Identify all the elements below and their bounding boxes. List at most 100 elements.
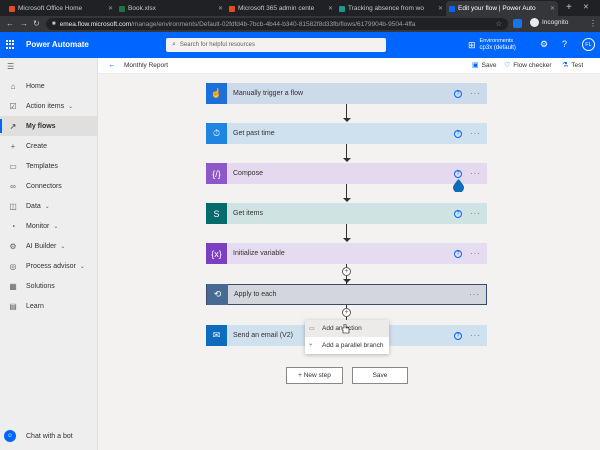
flow-step-compose[interactable]: {/} Compose ? ··· [206,163,487,184]
browser-tab-title: Tracking absence from wo [348,5,424,12]
more-options-icon[interactable]: ··· [470,331,481,340]
save-label: Save [481,61,497,69]
close-tab-icon[interactable]: ✕ [550,5,558,12]
browser-menu-icon[interactable]: ⋮ [589,19,597,28]
flow-step-label: Apply to each [234,291,277,298]
more-options-icon[interactable]: ··· [470,129,481,138]
chatbot-icon: ☺ [4,430,16,442]
ai-builder-icon: ⚙ [9,241,17,251]
browser-tab-title: Edit your flow | Power Auto [458,5,536,12]
flow-checker-command[interactable]: ♡ Flow checker [504,61,552,70]
flow-step-get-items[interactable]: S Get items ? ··· [206,203,487,224]
extension-icon[interactable] [513,19,522,28]
sidebar-item-label: Action items [26,102,65,110]
screen: Microsoft Office Home ✕ Book.xlsx ✕ Micr… [0,0,600,450]
help-icon[interactable]: ? [454,169,462,178]
save-flow-button[interactable]: Save [352,367,408,384]
new-step-button[interactable]: + New step [286,367,343,384]
chat-with-bot-button[interactable]: ☺ Chat with a bot [4,430,73,442]
sidebar-item-connectors[interactable]: ∞ Connectors [0,176,98,196]
search-input[interactable]: ⌕ Search for helpful resources [166,38,386,52]
sidebar-item-label: Templates [26,162,58,170]
sidebar-item-label: Home [26,82,45,90]
incognito-indicator[interactable]: Incognito [530,18,568,27]
more-options-icon[interactable]: ··· [470,249,481,258]
sidebar-item-label: Create [26,142,48,150]
sidebar-item-solutions[interactable]: ▦ Solutions [0,276,98,296]
sidebar-item-action-items[interactable]: ☑ Action items ⌄ [0,96,98,116]
avatar[interactable]: FL [582,38,595,51]
close-tab-icon[interactable]: ✕ [328,5,336,12]
sidebar-item-home[interactable]: ⌂ Home [0,76,98,96]
left-navigation: ☰ ⌂ Home ☑ Action items ⌄ ↗ My flows + C… [0,58,98,450]
flow-step-initialize-variable[interactable]: {x} Initialize variable ? ··· [206,243,487,264]
help-icon[interactable]: ? [562,39,567,49]
more-options-icon[interactable]: ··· [470,169,481,178]
browser-tab[interactable]: Microsoft 365 admin cente ✕ [226,1,336,16]
search-placeholder: Search for helpful resources [179,42,255,48]
more-options-icon[interactable]: ··· [469,290,480,299]
sidebar-item-label: AI Builder [26,242,57,250]
add-parallel-branch-menu-item[interactable]: ⑂ Add a parallel branch [305,337,389,354]
hamburger-menu-icon[interactable]: ☰ [7,62,14,71]
settings-gear-icon[interactable]: ⚙ [540,39,548,50]
test-beaker-icon: ⚗ [562,62,569,69]
browser-tab-active[interactable]: Edit your flow | Power Auto ✕ [446,1,558,16]
forward-arrow-icon[interactable]: → [20,19,28,28]
more-options-icon[interactable]: ··· [470,209,481,218]
variable-icon: {x} [206,243,227,264]
sidebar-item-process-advisor[interactable]: ◎ Process advisor ⌄ [0,256,98,276]
help-icon[interactable]: ? [454,249,462,258]
back-arrow-icon[interactable]: ← [108,60,116,69]
chevron-down-icon: ⌄ [53,223,59,230]
sidebar-item-monitor[interactable]: ◔ Monitor ⌄ [0,216,98,236]
close-tab-icon[interactable]: ✕ [218,5,226,12]
connector-arrow-icon [343,279,351,283]
test-command[interactable]: ⚗ Test [562,61,583,70]
environment-picker[interactable]: ⊞ Environments cp3x (default) [468,38,516,52]
insert-step-plus-icon[interactable]: + [342,308,351,317]
book-icon: ▤ [9,301,17,311]
flow-step-label: Compose [233,170,263,177]
browser-tab[interactable]: Book.xlsx ✕ [116,1,226,16]
flow-step-apply-to-each[interactable]: ⟲ Apply to each ··· [206,284,487,305]
sidebar-item-learn[interactable]: ▤ Learn [0,296,98,316]
help-icon[interactable]: ? [454,89,462,98]
sidebar-item-create[interactable]: + Create [0,136,98,156]
sidebar-item-label: Data [26,202,41,210]
process-advisor-icon: ◎ [9,261,17,271]
browser-tab[interactable]: Tracking absence from wo ✕ [336,1,446,16]
sidebar-item-label: Process advisor [26,262,76,270]
help-icon[interactable]: ? [454,129,462,138]
close-tab-icon[interactable]: ✕ [438,5,446,12]
office-favicon-icon [9,5,15,12]
chevron-down-icon: ⌄ [60,243,66,250]
sidebar-item-ai-builder[interactable]: ⚙ AI Builder ⌄ [0,236,98,256]
flow-step-get-past-time[interactable]: ⏱ Get past time ? ··· [206,123,487,144]
bookmark-star-icon[interactable]: ☆ [496,20,502,28]
flow-canvas: ☝ Manually trigger a flow ? ··· ⏱ Get pa… [98,74,600,450]
close-tab-icon[interactable]: ✕ [108,5,116,12]
browser-tab[interactable]: Microsoft Office Home ✕ [6,1,116,16]
help-icon[interactable]: ? [454,331,462,340]
app-title[interactable]: Power Automate [26,40,89,49]
window-close-icon[interactable]: ✕ [583,3,589,11]
sidebar-item-data[interactable]: ◫ Data ⌄ [0,196,98,216]
chevron-down-icon: ⌄ [44,203,50,210]
back-arrow-icon[interactable]: ← [6,19,14,28]
sidebar-item-my-flows[interactable]: ↗ My flows [0,116,98,136]
new-tab-button[interactable]: + [566,2,572,13]
tracking-favicon-icon [339,5,345,12]
sidebar-item-templates[interactable]: ▭ Templates [0,156,98,176]
flow-step-trigger[interactable]: ☝ Manually trigger a flow ? ··· [206,83,487,104]
app-launcher-icon[interactable] [6,40,15,49]
reload-icon[interactable]: ↻ [33,19,40,28]
insert-step-plus-icon[interactable]: + [342,267,351,276]
more-options-icon[interactable]: ··· [470,89,481,98]
incognito-icon [530,18,539,27]
browser-tab-title: Book.xlsx [128,5,156,12]
help-icon[interactable]: ? [454,209,462,218]
add-action-icon: ▭ [309,326,315,332]
save-command[interactable]: ▣ Save [472,61,497,70]
address-bar[interactable]: ■ emea.flow.microsoft.com/manage/environ… [46,18,508,30]
